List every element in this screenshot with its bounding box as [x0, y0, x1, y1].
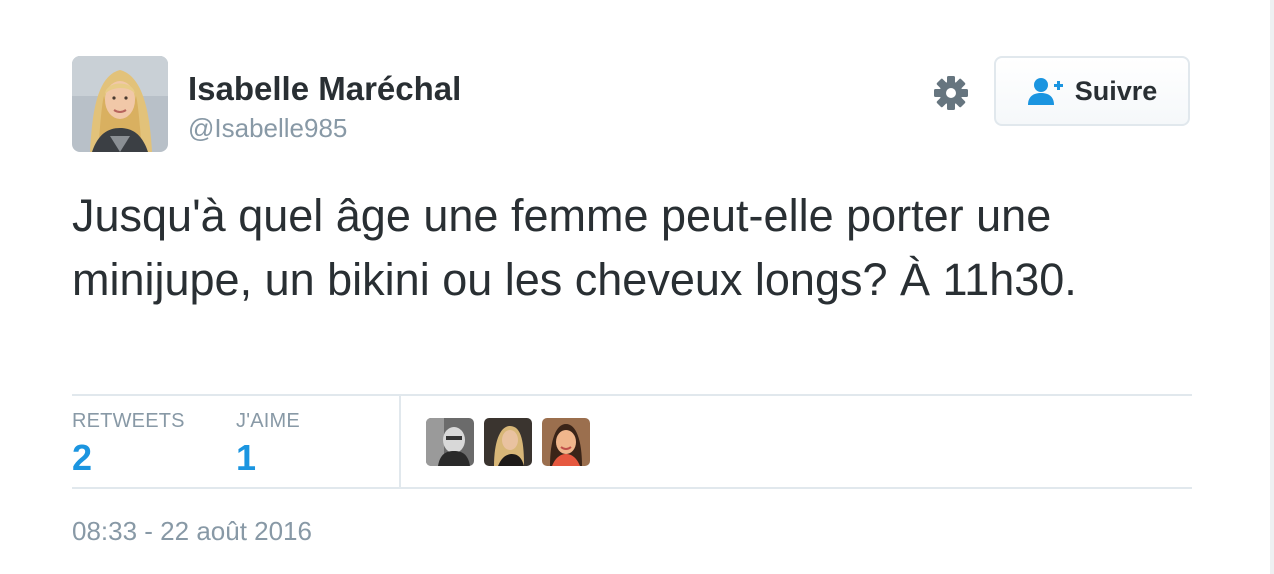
add-user-icon — [1027, 78, 1063, 105]
follow-label: Suivre — [1074, 75, 1158, 106]
liker-avatar[interactable] — [542, 418, 590, 466]
stats-vertical-divider — [399, 396, 401, 487]
tweet-timestamp[interactable]: 08:33 - 22 août 2016 — [72, 516, 312, 547]
liker-avatar-2-photo — [484, 418, 532, 466]
avatar-photo — [72, 56, 168, 152]
stats-bottom-divider — [72, 487, 1192, 489]
likes-count[interactable]: 1 — [236, 437, 256, 479]
liker-avatar[interactable] — [426, 418, 474, 466]
follow-button[interactable]: Suivre — [994, 56, 1190, 126]
likes-label: J'AIME — [236, 410, 300, 432]
retweets-count[interactable]: 2 — [72, 437, 92, 479]
tweet-text: Jusqu'à quel âge une femme peut-elle por… — [72, 190, 1077, 305]
liker-avatar-1-photo — [426, 418, 474, 466]
retweets-label: RETWEETS — [72, 410, 185, 432]
gear-icon — [934, 76, 968, 110]
screen-name[interactable]: @Isabelle985 — [188, 113, 347, 144]
display-name[interactable]: Isabelle Maréchal — [188, 70, 461, 108]
liker-avatar-3-photo — [542, 418, 590, 466]
tweet-card: Isabelle Maréchal @Isabelle985 Suivre Ju… — [0, 0, 1274, 574]
liker-avatar[interactable] — [484, 418, 532, 466]
user-avatar[interactable] — [72, 56, 168, 152]
settings-button[interactable] — [930, 72, 972, 114]
stats-top-divider — [72, 394, 1192, 396]
scrollbar-track — [1270, 0, 1274, 574]
